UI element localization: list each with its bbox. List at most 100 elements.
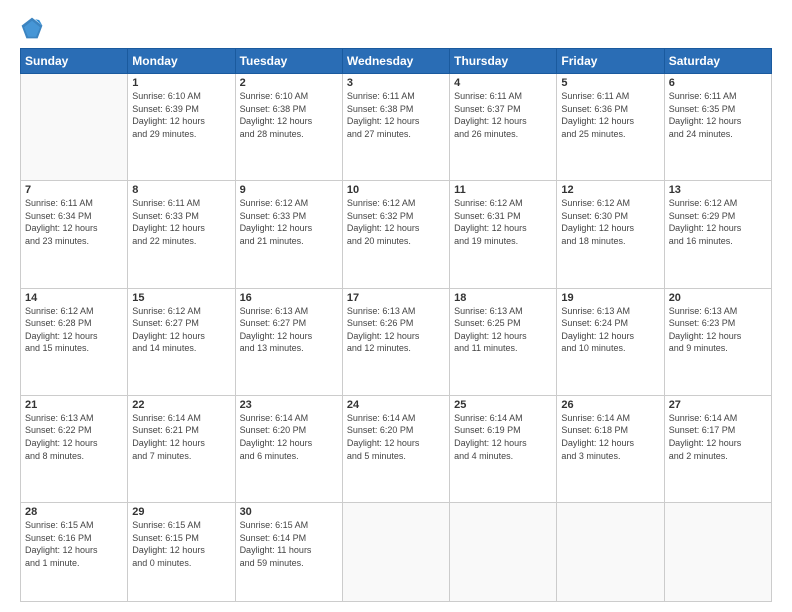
calendar-cell: 6Sunrise: 6:11 AM Sunset: 6:35 PM Daylig… <box>664 74 771 181</box>
calendar-cell <box>557 503 664 602</box>
day-number: 24 <box>347 399 445 411</box>
calendar-cell: 7Sunrise: 6:11 AM Sunset: 6:34 PM Daylig… <box>21 181 128 288</box>
day-number: 12 <box>561 184 659 196</box>
calendar-header-thursday: Thursday <box>450 49 557 74</box>
calendar-cell: 9Sunrise: 6:12 AM Sunset: 6:33 PM Daylig… <box>235 181 342 288</box>
day-info: Sunrise: 6:12 AM Sunset: 6:33 PM Dayligh… <box>240 197 338 247</box>
calendar-cell: 14Sunrise: 6:12 AM Sunset: 6:28 PM Dayli… <box>21 288 128 395</box>
day-number: 1 <box>132 77 230 89</box>
calendar-cell <box>21 74 128 181</box>
calendar-cell: 15Sunrise: 6:12 AM Sunset: 6:27 PM Dayli… <box>128 288 235 395</box>
day-number: 30 <box>240 506 338 518</box>
calendar-cell <box>342 503 449 602</box>
calendar-header-monday: Monday <box>128 49 235 74</box>
day-info: Sunrise: 6:12 AM Sunset: 6:32 PM Dayligh… <box>347 197 445 247</box>
calendar-cell: 12Sunrise: 6:12 AM Sunset: 6:30 PM Dayli… <box>557 181 664 288</box>
calendar-week-1: 1Sunrise: 6:10 AM Sunset: 6:39 PM Daylig… <box>21 74 772 181</box>
calendar-cell: 28Sunrise: 6:15 AM Sunset: 6:16 PM Dayli… <box>21 503 128 602</box>
day-number: 7 <box>25 184 123 196</box>
calendar-cell: 26Sunrise: 6:14 AM Sunset: 6:18 PM Dayli… <box>557 395 664 502</box>
day-number: 14 <box>25 292 123 304</box>
calendar-header-friday: Friday <box>557 49 664 74</box>
day-info: Sunrise: 6:10 AM Sunset: 6:39 PM Dayligh… <box>132 90 230 140</box>
header <box>20 16 772 40</box>
day-number: 17 <box>347 292 445 304</box>
calendar-cell: 19Sunrise: 6:13 AM Sunset: 6:24 PM Dayli… <box>557 288 664 395</box>
calendar-cell: 5Sunrise: 6:11 AM Sunset: 6:36 PM Daylig… <box>557 74 664 181</box>
calendar-cell: 4Sunrise: 6:11 AM Sunset: 6:37 PM Daylig… <box>450 74 557 181</box>
day-number: 2 <box>240 77 338 89</box>
day-info: Sunrise: 6:14 AM Sunset: 6:19 PM Dayligh… <box>454 412 552 462</box>
calendar-cell: 17Sunrise: 6:13 AM Sunset: 6:26 PM Dayli… <box>342 288 449 395</box>
calendar-cell <box>664 503 771 602</box>
day-info: Sunrise: 6:12 AM Sunset: 6:29 PM Dayligh… <box>669 197 767 247</box>
day-info: Sunrise: 6:14 AM Sunset: 6:18 PM Dayligh… <box>561 412 659 462</box>
day-info: Sunrise: 6:11 AM Sunset: 6:33 PM Dayligh… <box>132 197 230 247</box>
day-info: Sunrise: 6:10 AM Sunset: 6:38 PM Dayligh… <box>240 90 338 140</box>
logo <box>20 16 48 40</box>
calendar-week-5: 28Sunrise: 6:15 AM Sunset: 6:16 PM Dayli… <box>21 503 772 602</box>
day-info: Sunrise: 6:15 AM Sunset: 6:16 PM Dayligh… <box>25 519 123 569</box>
day-number: 21 <box>25 399 123 411</box>
calendar-cell: 18Sunrise: 6:13 AM Sunset: 6:25 PM Dayli… <box>450 288 557 395</box>
day-number: 4 <box>454 77 552 89</box>
calendar-cell: 23Sunrise: 6:14 AM Sunset: 6:20 PM Dayli… <box>235 395 342 502</box>
day-number: 26 <box>561 399 659 411</box>
calendar-cell: 22Sunrise: 6:14 AM Sunset: 6:21 PM Dayli… <box>128 395 235 502</box>
day-info: Sunrise: 6:13 AM Sunset: 6:27 PM Dayligh… <box>240 305 338 355</box>
day-info: Sunrise: 6:13 AM Sunset: 6:22 PM Dayligh… <box>25 412 123 462</box>
day-number: 22 <box>132 399 230 411</box>
calendar-cell: 3Sunrise: 6:11 AM Sunset: 6:38 PM Daylig… <box>342 74 449 181</box>
day-info: Sunrise: 6:13 AM Sunset: 6:26 PM Dayligh… <box>347 305 445 355</box>
day-number: 8 <box>132 184 230 196</box>
calendar-cell: 10Sunrise: 6:12 AM Sunset: 6:32 PM Dayli… <box>342 181 449 288</box>
day-number: 10 <box>347 184 445 196</box>
calendar-cell: 27Sunrise: 6:14 AM Sunset: 6:17 PM Dayli… <box>664 395 771 502</box>
day-info: Sunrise: 6:11 AM Sunset: 6:36 PM Dayligh… <box>561 90 659 140</box>
day-number: 19 <box>561 292 659 304</box>
calendar-cell: 8Sunrise: 6:11 AM Sunset: 6:33 PM Daylig… <box>128 181 235 288</box>
calendar-week-2: 7Sunrise: 6:11 AM Sunset: 6:34 PM Daylig… <box>21 181 772 288</box>
day-number: 5 <box>561 77 659 89</box>
calendar-header-row: SundayMondayTuesdayWednesdayThursdayFrid… <box>21 49 772 74</box>
day-info: Sunrise: 6:15 AM Sunset: 6:14 PM Dayligh… <box>240 519 338 569</box>
day-info: Sunrise: 6:11 AM Sunset: 6:37 PM Dayligh… <box>454 90 552 140</box>
day-info: Sunrise: 6:13 AM Sunset: 6:24 PM Dayligh… <box>561 305 659 355</box>
day-info: Sunrise: 6:11 AM Sunset: 6:38 PM Dayligh… <box>347 90 445 140</box>
calendar-cell: 21Sunrise: 6:13 AM Sunset: 6:22 PM Dayli… <box>21 395 128 502</box>
calendar-cell: 11Sunrise: 6:12 AM Sunset: 6:31 PM Dayli… <box>450 181 557 288</box>
day-info: Sunrise: 6:13 AM Sunset: 6:23 PM Dayligh… <box>669 305 767 355</box>
day-info: Sunrise: 6:11 AM Sunset: 6:35 PM Dayligh… <box>669 90 767 140</box>
day-number: 27 <box>669 399 767 411</box>
day-number: 25 <box>454 399 552 411</box>
day-number: 28 <box>25 506 123 518</box>
calendar-week-4: 21Sunrise: 6:13 AM Sunset: 6:22 PM Dayli… <box>21 395 772 502</box>
calendar-cell: 1Sunrise: 6:10 AM Sunset: 6:39 PM Daylig… <box>128 74 235 181</box>
day-info: Sunrise: 6:14 AM Sunset: 6:21 PM Dayligh… <box>132 412 230 462</box>
day-number: 23 <box>240 399 338 411</box>
calendar-header-tuesday: Tuesday <box>235 49 342 74</box>
day-info: Sunrise: 6:15 AM Sunset: 6:15 PM Dayligh… <box>132 519 230 569</box>
logo-icon <box>20 16 44 40</box>
day-info: Sunrise: 6:12 AM Sunset: 6:30 PM Dayligh… <box>561 197 659 247</box>
calendar-week-3: 14Sunrise: 6:12 AM Sunset: 6:28 PM Dayli… <box>21 288 772 395</box>
calendar-header-wednesday: Wednesday <box>342 49 449 74</box>
day-info: Sunrise: 6:13 AM Sunset: 6:25 PM Dayligh… <box>454 305 552 355</box>
calendar-cell: 29Sunrise: 6:15 AM Sunset: 6:15 PM Dayli… <box>128 503 235 602</box>
day-info: Sunrise: 6:12 AM Sunset: 6:31 PM Dayligh… <box>454 197 552 247</box>
day-number: 13 <box>669 184 767 196</box>
calendar-cell: 30Sunrise: 6:15 AM Sunset: 6:14 PM Dayli… <box>235 503 342 602</box>
day-info: Sunrise: 6:12 AM Sunset: 6:27 PM Dayligh… <box>132 305 230 355</box>
calendar-cell: 24Sunrise: 6:14 AM Sunset: 6:20 PM Dayli… <box>342 395 449 502</box>
day-number: 11 <box>454 184 552 196</box>
calendar-cell: 20Sunrise: 6:13 AM Sunset: 6:23 PM Dayli… <box>664 288 771 395</box>
day-number: 3 <box>347 77 445 89</box>
day-info: Sunrise: 6:14 AM Sunset: 6:20 PM Dayligh… <box>347 412 445 462</box>
day-number: 18 <box>454 292 552 304</box>
day-info: Sunrise: 6:14 AM Sunset: 6:20 PM Dayligh… <box>240 412 338 462</box>
calendar-header-saturday: Saturday <box>664 49 771 74</box>
calendar-cell: 13Sunrise: 6:12 AM Sunset: 6:29 PM Dayli… <box>664 181 771 288</box>
calendar-header-sunday: Sunday <box>21 49 128 74</box>
calendar-cell: 25Sunrise: 6:14 AM Sunset: 6:19 PM Dayli… <box>450 395 557 502</box>
day-number: 6 <box>669 77 767 89</box>
